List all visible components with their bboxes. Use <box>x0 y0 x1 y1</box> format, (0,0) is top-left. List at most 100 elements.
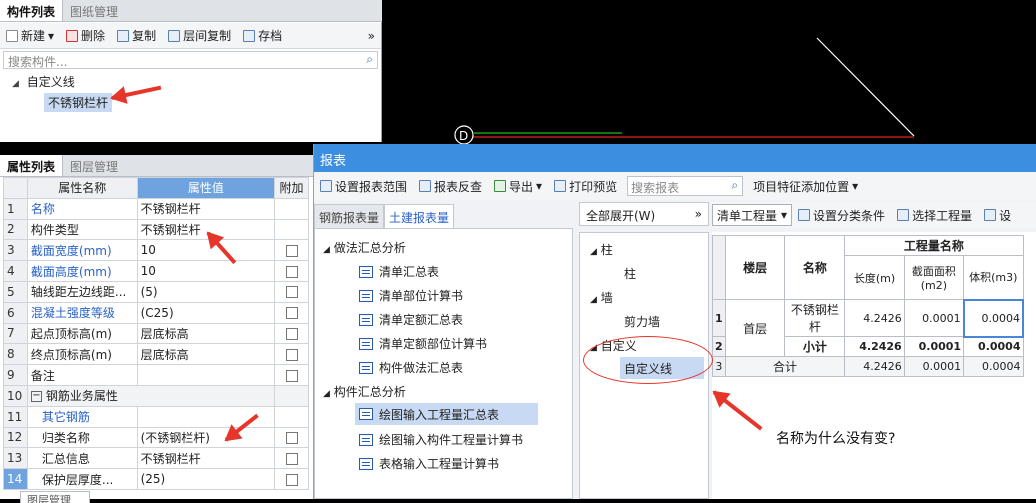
tab-component-list[interactable]: 构件列表 <box>0 0 64 21</box>
checkbox-icon[interactable] <box>285 286 298 299</box>
set-classification-button[interactable]: 设置分类条件 <box>792 207 891 224</box>
select-quantity-button[interactable]: 选择工程量 <box>891 207 978 224</box>
rebar-group-row[interactable]: − 钢筋业务属性 <box>26 384 276 407</box>
floor-copy-button[interactable]: 层间复制 <box>162 27 237 44</box>
list-item[interactable]: 清单汇总表 <box>359 263 439 280</box>
search-icon[interactable]: ⌕ <box>366 52 373 67</box>
component-search-input[interactable]: 搜索构件... ⌕ <box>3 51 378 69</box>
group-method-summary[interactable]: ◢ 做法汇总分析 <box>323 239 406 256</box>
bottom-tab-layer[interactable]: 图层管理 <box>20 491 90 503</box>
list-item[interactable]: 表格输入工程量计算书 <box>359 455 499 472</box>
add-checkbox[interactable] <box>274 239 309 262</box>
checkbox-icon[interactable] <box>285 431 298 444</box>
add-checkbox[interactable] <box>274 280 309 303</box>
prop-value[interactable] <box>136 364 276 386</box>
table-row[interactable]: 1 名称 不锈钢栏杆 <box>3 197 309 220</box>
tree-group-column[interactable]: ◢ 柱 <box>590 241 613 258</box>
collapse-minus-icon[interactable]: − <box>30 391 42 403</box>
table-row[interactable]: 3 合计 4.2426 0.0001 0.0004 <box>712 356 1024 377</box>
tab-property-list[interactable]: 属性列表 <box>0 155 64 176</box>
list-item[interactable]: 清单定额汇总表 <box>359 311 463 328</box>
more-chevron-icon[interactable]: » <box>362 29 381 43</box>
tree-item-column[interactable]: 柱 <box>624 265 636 282</box>
more-settings-button[interactable]: 设 <box>978 207 1017 224</box>
table-row[interactable]: 13 汇总信息 不锈钢栏杆 <box>3 447 309 470</box>
prop-value[interactable]: (5) <box>136 280 276 303</box>
tab-drawing-management[interactable]: 图纸管理 <box>63 0 125 21</box>
tab-civil-report[interactable]: 土建报表量 <box>384 204 455 228</box>
add-cell <box>274 384 309 407</box>
collapse-triangle-icon[interactable]: ◢ <box>590 247 597 257</box>
report-reverse-button[interactable]: 报表反查 <box>413 178 488 195</box>
group-component-summary[interactable]: ◢ 构件汇总分析 <box>323 383 406 400</box>
add-checkbox[interactable] <box>274 426 309 449</box>
table-row[interactable]: 1 首层 不锈钢栏杆 4.2426 0.0001 0.0004 <box>712 298 1025 357</box>
table-row[interactable]: 2 构件类型 不锈钢栏杆 <box>3 218 309 241</box>
add-checkbox[interactable] <box>274 364 309 386</box>
table-row[interactable]: 14 保护层厚度... (25) <box>3 468 309 490</box>
list-item[interactable]: 绘图输入构件工程量计算书 <box>359 431 523 448</box>
collapse-triangle-icon[interactable]: ◢ <box>323 389 330 399</box>
prop-value[interactable]: 不锈钢栏杆 <box>136 447 276 470</box>
new-button[interactable]: 新建 ▾ <box>0 27 60 44</box>
table-row[interactable]: 9 备注 <box>3 364 309 386</box>
tree-group-wall[interactable]: ◢ 墙 <box>590 289 613 306</box>
tree-item-shear-wall[interactable]: 剪力墙 <box>624 313 660 330</box>
prop-value[interactable]: (C25) <box>136 301 276 324</box>
list-item[interactable]: 清单定额部位计算书 <box>359 335 487 352</box>
add-checkbox[interactable] <box>274 447 309 470</box>
prop-value[interactable]: 层底标高 <box>136 322 276 345</box>
tree-group-custom-line[interactable]: ◢ 自定义线 <box>12 73 75 90</box>
add-checkbox[interactable] <box>274 343 309 366</box>
table-row[interactable]: 5 轴线距左边线距... (5) <box>3 280 309 303</box>
collapse-triangle-icon[interactable]: ◢ <box>12 79 19 89</box>
table-row[interactable]: 11 其它钢筋 <box>3 405 309 428</box>
print-preview-button[interactable]: 打印预览 <box>548 178 623 195</box>
table-row[interactable]: 6 混凝土强度等级 (C25) <box>3 301 309 324</box>
add-checkbox[interactable] <box>274 322 309 345</box>
add-checkbox[interactable] <box>274 468 309 490</box>
report-search-input[interactable]: 搜索报表 ⌕ <box>627 176 744 196</box>
quantity-type-select[interactable]: 清单工程量 ▾ <box>712 204 793 226</box>
export-button[interactable]: 导出 ▾ <box>488 178 548 195</box>
checkbox-icon[interactable] <box>285 307 298 320</box>
search-icon[interactable]: ⌕ <box>731 178 738 193</box>
set-report-range-button[interactable]: 设置报表范围 <box>314 178 413 195</box>
checkbox-icon[interactable] <box>285 369 298 382</box>
add-checkbox[interactable] <box>274 301 309 324</box>
checkbox-icon[interactable] <box>285 452 298 465</box>
collapse-triangle-icon[interactable]: ◢ <box>590 295 597 305</box>
table-row[interactable]: 8 终点顶标高(m) 层底标高 <box>3 343 309 366</box>
tree-item-stainless-railing[interactable]: 不锈钢栏杆 <box>44 93 113 112</box>
tab-layer-management[interactable]: 图层管理 <box>63 155 125 176</box>
add-checkbox[interactable] <box>274 260 309 282</box>
table-row[interactable]: 7 起点顶标高(m) 层底标高 <box>3 322 309 345</box>
table-row[interactable]: 10− 钢筋业务属性 <box>3 384 309 407</box>
table-row[interactable]: 3 截面宽度(mm) 10 <box>3 239 309 262</box>
table-row[interactable]: 4 截面高度(mm) 10 <box>3 260 309 282</box>
list-item[interactable]: 清单部位计算书 <box>359 287 463 304</box>
checkbox-icon[interactable] <box>285 265 298 278</box>
checkbox-icon[interactable] <box>285 244 298 257</box>
checkbox-icon[interactable] <box>285 473 298 486</box>
prop-value[interactable]: (不锈钢栏杆) <box>136 426 276 449</box>
cell-volume-selected[interactable]: 0.0004 <box>962 298 1025 338</box>
drawing-canvas[interactable]: D <box>382 0 1036 144</box>
prop-value[interactable]: 层底标高 <box>136 343 276 366</box>
list-item-selected[interactable]: 绘图输入工程量汇总表 <box>355 403 538 425</box>
checkbox-icon[interactable] <box>285 327 298 340</box>
copy-button[interactable]: 复制 <box>111 27 162 44</box>
settings-icon <box>798 209 811 221</box>
prop-value[interactable]: 不锈钢栏杆 <box>136 197 276 220</box>
table-row[interactable]: 12 归类名称 (不锈钢栏杆) <box>3 426 309 449</box>
tab-rebar-report[interactable]: 钢筋报表量 <box>314 204 385 228</box>
archive-button[interactable]: 存档 <box>237 27 288 44</box>
add-feature-position-button[interactable]: 项目特征添加位置 ▾ <box>747 178 864 195</box>
checkbox-icon[interactable] <box>285 348 298 361</box>
delete-button[interactable]: 删除 <box>60 27 111 44</box>
list-item[interactable]: 构件做法汇总表 <box>359 359 463 376</box>
prop-value[interactable]: (25) <box>136 468 276 490</box>
expand-all-button[interactable]: 全部展开(W)» <box>579 202 709 226</box>
prop-value[interactable]: 10 <box>136 260 276 282</box>
collapse-triangle-icon[interactable]: ◢ <box>323 245 330 255</box>
